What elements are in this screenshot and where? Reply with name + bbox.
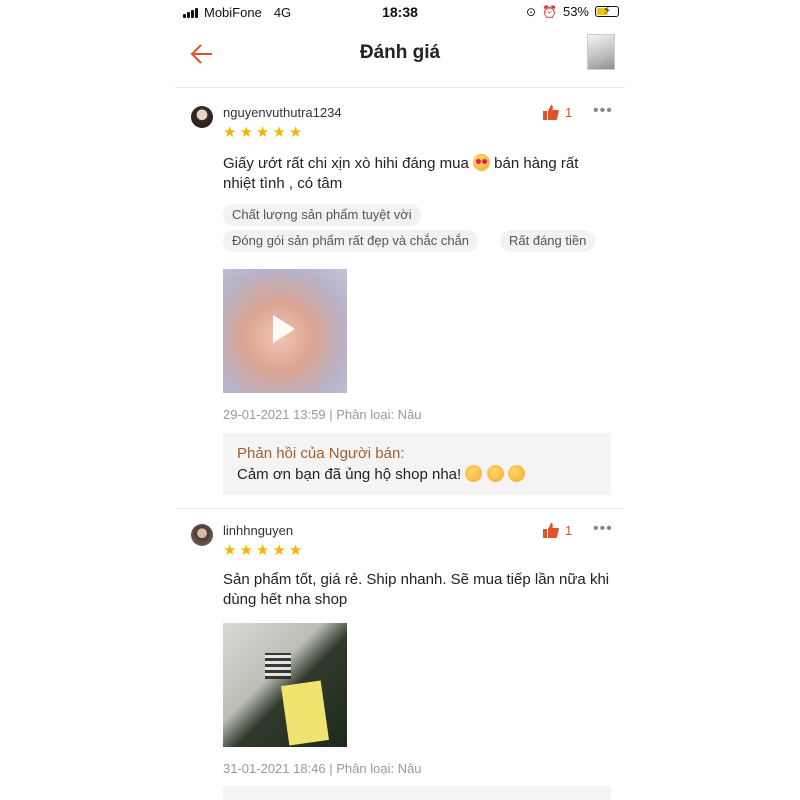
seller-reply: Phản hồi của Người bán: Cảm ơn bạn đã ủn…: [223, 433, 611, 495]
smiling-hearts-emoji-icon: [465, 465, 483, 482]
thumbs-up-icon: [543, 523, 559, 538]
battery-icon: ⚡: [595, 5, 619, 17]
review-text: Giấy ướt rất chi xịn xò hihi đáng mua bá…: [223, 154, 613, 194]
page-title: Đánh giá: [359, 42, 441, 63]
review-meta: 31-01-2021 18:46 | Phân loại: Nâu: [223, 761, 422, 776]
star-rating: ★ ★ ★ ★ ★: [223, 125, 302, 140]
star-icon: ★: [288, 124, 303, 141]
star-icon: ★: [223, 542, 237, 559]
avatar: [191, 524, 213, 546]
status-bar: MobiFone 4G 18:38 ⊙ ⏰ 53% ⚡: [175, 0, 625, 24]
avatar: [191, 106, 213, 128]
star-icon: ★: [223, 124, 237, 141]
like-button[interactable]: 1: [543, 523, 572, 538]
star-icon: ★: [272, 124, 286, 141]
like-button[interactable]: 1: [543, 105, 572, 120]
star-rating: ★ ★ ★ ★ ★: [223, 543, 302, 558]
star-icon: ★: [239, 124, 253, 141]
product-thumbnail[interactable]: [587, 34, 615, 70]
page-header: Đánh giá: [175, 24, 625, 88]
star-icon: ★: [255, 542, 270, 559]
heart-eyes-emoji-icon: [473, 154, 490, 171]
review-divider: [175, 508, 625, 509]
star-icon: ★: [272, 542, 286, 559]
seller-reply-body: Cảm ơn bạn đã ủng hộ shop nha!: [237, 466, 466, 483]
thumbs-up-icon: [543, 105, 559, 120]
smiling-hearts-emoji-icon: [486, 465, 504, 482]
alarm-icon: ⏰: [542, 4, 557, 19]
review-tag: Đóng gói sản phẩm rất đẹp và chắc chắn: [223, 230, 479, 252]
more-options-icon[interactable]: •••: [593, 102, 613, 120]
play-icon[interactable]: [273, 315, 295, 343]
review-tag: Chất lượng sản phẩm tuyệt vời: [223, 204, 421, 226]
review-meta: 29-01-2021 13:59 | Phân loại: Nâu: [223, 407, 422, 422]
review-text: Sản phẩm tốt, giá rẻ. Ship nhanh. Sẽ mua…: [223, 571, 610, 608]
review-text-part: Giấy ướt rất chi xịn xò hihi đáng mua: [223, 155, 473, 172]
review-video[interactable]: [223, 269, 347, 393]
more-options-icon[interactable]: •••: [593, 520, 613, 538]
star-icon: ★: [288, 542, 303, 559]
like-count: 1: [565, 105, 573, 120]
battery-percent: 53%: [562, 4, 589, 19]
star-icon: ★: [239, 542, 253, 559]
review-tag: Rất đáng tiền: [500, 230, 596, 252]
smiling-hearts-emoji-icon: [507, 465, 525, 482]
review-photo[interactable]: [223, 623, 347, 747]
seller-reply: [223, 786, 611, 800]
star-icon: ★: [255, 124, 270, 141]
package-label-image: [281, 680, 329, 746]
app-screen: MobiFone 4G 18:38 ⊙ ⏰ 53% ⚡ Đánh giá ngu…: [175, 0, 625, 800]
seller-reply-title: Phản hồi của Người bán:: [237, 445, 405, 462]
qr-code-image: [265, 653, 291, 679]
like-count: 1: [565, 523, 573, 538]
lock-rotation-icon: ⊙: [525, 4, 537, 19]
review-username: linhhnguyen: [223, 523, 294, 538]
review-username: nguyenvuthutra1234: [223, 105, 342, 120]
seller-reply-text: Cảm ơn bạn đã ủng hộ shop nha!: [237, 465, 597, 485]
